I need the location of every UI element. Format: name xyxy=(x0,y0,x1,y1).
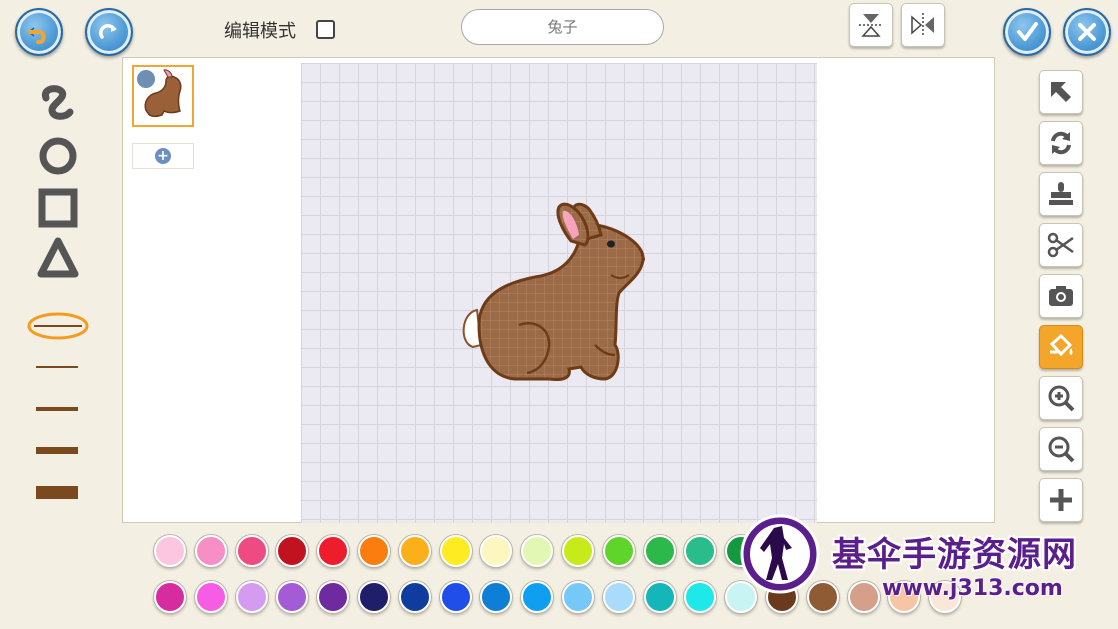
color-swatch[interactable] xyxy=(562,535,594,567)
flip-horizontal-icon xyxy=(911,13,934,37)
select-icon xyxy=(1051,82,1071,102)
add-circle-icon: + xyxy=(155,148,171,164)
color-swatch[interactable] xyxy=(235,535,268,567)
stroke-size-3[interactable] xyxy=(36,407,78,411)
stamp-tool-button[interactable] xyxy=(1039,172,1083,216)
triangle-tool-icon[interactable] xyxy=(36,236,80,280)
watermark-url: www.j313.com xyxy=(882,576,1063,601)
close-icon xyxy=(1078,23,1096,41)
freehand-tool-icon[interactable] xyxy=(36,82,80,128)
confirm-button[interactable] xyxy=(1003,8,1051,56)
watermark-logo xyxy=(740,514,820,594)
user-badge-icon xyxy=(136,69,156,89)
rabbit-drawing[interactable] xyxy=(455,195,655,390)
fill-tool-button[interactable] xyxy=(1039,325,1083,369)
edit-mode-label: 编辑模式 xyxy=(224,21,296,42)
costume-thumbnail[interactable] xyxy=(132,65,194,127)
color-swatch[interactable] xyxy=(358,581,390,613)
color-swatch[interactable] xyxy=(317,535,350,567)
stroke-size-2[interactable] xyxy=(36,366,78,368)
redo-icon xyxy=(99,24,117,39)
color-swatch[interactable] xyxy=(480,535,513,567)
color-swatch[interactable] xyxy=(480,581,513,613)
stroke-size-1-selected[interactable] xyxy=(26,308,90,342)
stamp-icon xyxy=(1049,182,1073,205)
undo-button[interactable] xyxy=(15,8,63,56)
cut-tool-button[interactable] xyxy=(1039,223,1083,267)
stroke-size-5[interactable] xyxy=(36,486,78,499)
zoom-out-icon xyxy=(1048,436,1075,463)
color-swatch[interactable] xyxy=(684,581,717,613)
rectangle-tool-icon[interactable] xyxy=(36,186,80,230)
flip-vertical-icon xyxy=(859,14,883,37)
undo-icon xyxy=(27,27,46,44)
rotate-icon xyxy=(1051,131,1071,155)
color-swatch[interactable] xyxy=(358,535,390,567)
flip-vertical-button[interactable] xyxy=(849,3,893,47)
color-swatch[interactable] xyxy=(154,535,186,567)
color-swatch[interactable] xyxy=(398,581,431,613)
scissors-icon xyxy=(1047,232,1074,258)
zoom-out-button[interactable] xyxy=(1039,427,1083,471)
fill-bucket-icon xyxy=(1049,333,1073,357)
color-swatch[interactable] xyxy=(562,581,594,613)
color-swatch[interactable] xyxy=(154,581,186,613)
camera-icon xyxy=(1049,286,1073,306)
color-swatch[interactable] xyxy=(235,581,268,613)
color-swatch[interactable] xyxy=(194,581,227,613)
add-costume-button[interactable]: + xyxy=(132,143,194,169)
color-swatch[interactable] xyxy=(439,535,472,567)
camera-button[interactable] xyxy=(1039,274,1083,318)
plus-icon xyxy=(1050,489,1072,511)
color-swatch[interactable] xyxy=(684,535,717,567)
watermark-title: 基伞手游资源网 xyxy=(832,535,1077,575)
check-icon xyxy=(1017,22,1038,41)
zoom-in-button[interactable] xyxy=(1039,376,1083,420)
color-swatch[interactable] xyxy=(521,535,554,567)
color-swatch[interactable] xyxy=(602,581,635,613)
color-swatch[interactable] xyxy=(276,581,309,613)
rotate-tool-button[interactable] xyxy=(1039,121,1083,165)
color-swatch[interactable] xyxy=(194,535,227,567)
color-swatch[interactable] xyxy=(847,581,880,613)
redo-button[interactable] xyxy=(85,8,133,56)
edit-mode-checkbox[interactable] xyxy=(316,20,335,39)
sprite-name-field[interactable]: 兔子 xyxy=(461,9,664,45)
select-tool-button[interactable] xyxy=(1039,70,1083,114)
color-swatch[interactable] xyxy=(317,581,350,613)
color-swatch[interactable] xyxy=(602,535,635,567)
color-swatch[interactable] xyxy=(643,535,676,567)
color-swatch[interactable] xyxy=(439,581,472,613)
cancel-button[interactable] xyxy=(1063,8,1111,56)
flip-horizontal-button[interactable] xyxy=(901,3,945,47)
color-swatch[interactable] xyxy=(521,581,554,613)
ellipse-tool-icon[interactable] xyxy=(36,134,80,178)
color-swatch[interactable] xyxy=(643,581,676,613)
color-swatch[interactable] xyxy=(276,535,309,567)
add-button[interactable] xyxy=(1039,478,1083,522)
stroke-size-4[interactable] xyxy=(36,447,78,454)
color-swatch[interactable] xyxy=(398,535,431,567)
zoom-in-icon xyxy=(1048,385,1075,412)
